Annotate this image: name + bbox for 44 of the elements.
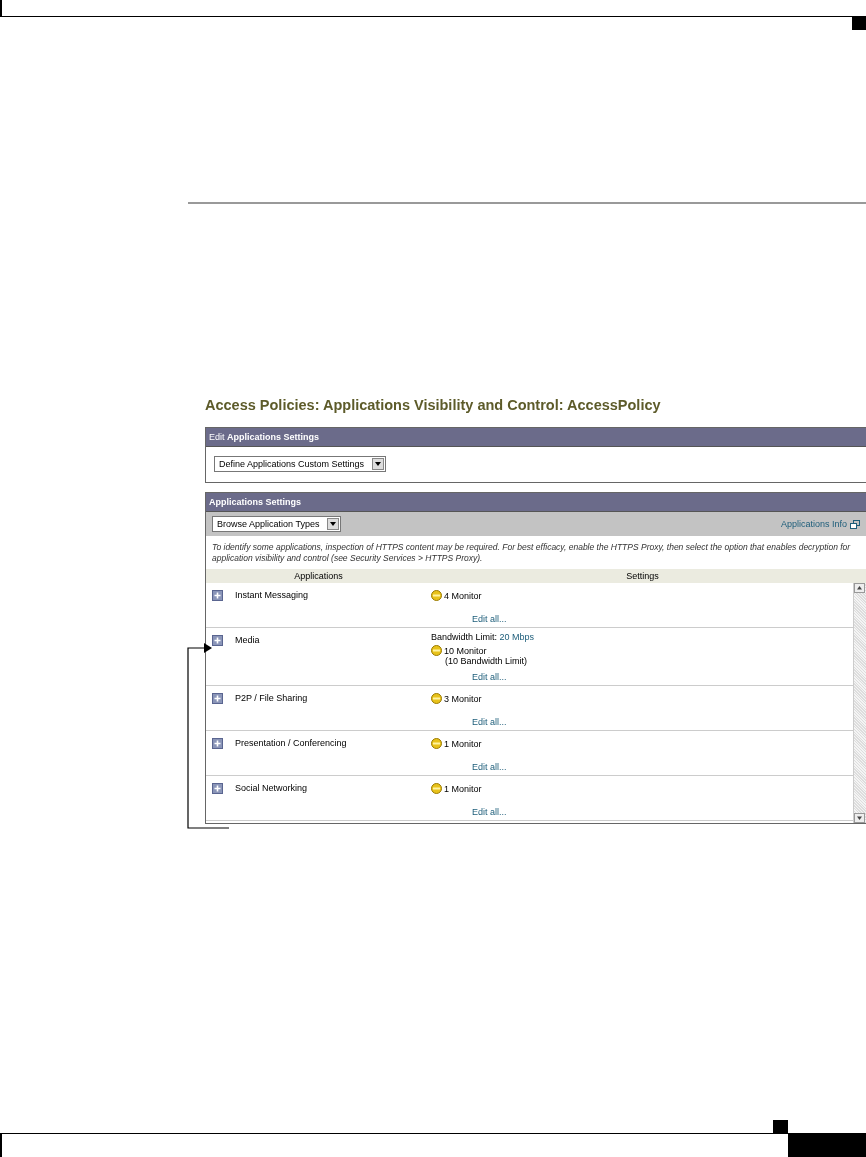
bandwidth-label: Bandwidth Limit: bbox=[431, 632, 498, 643]
expand-icon[interactable] bbox=[212, 783, 223, 795]
status-icon bbox=[431, 738, 442, 750]
application-name: Media bbox=[235, 635, 260, 646]
info-link[interactable]: Applications Info bbox=[780, 519, 860, 529]
status-text: 10 Monitor bbox=[444, 645, 487, 656]
column-header: Applications bbox=[293, 571, 344, 582]
new-window-icon bbox=[850, 519, 860, 529]
status-icon bbox=[431, 783, 442, 795]
expand-icon[interactable] bbox=[212, 738, 223, 750]
settings-dropdown[interactable]: Define Applications Custom Settings bbox=[214, 456, 387, 472]
bandwidth-link[interactable]: 20 Mbps bbox=[499, 632, 535, 643]
edit-link[interactable]: Edit all... bbox=[472, 756, 507, 773]
expand-icon[interactable] bbox=[212, 635, 223, 647]
caret-icon bbox=[330, 522, 337, 526]
column-header: Settings bbox=[625, 571, 660, 582]
application-name: Social Networking bbox=[235, 783, 308, 794]
edit-link[interactable]: Edit all... bbox=[472, 711, 507, 728]
type-dropdown[interactable]: Browse Application Types bbox=[212, 516, 342, 532]
scroll-up-icon[interactable] bbox=[854, 583, 865, 594]
status-icon bbox=[431, 645, 442, 657]
status-detail: (10 Bandwidth Limit) bbox=[444, 656, 529, 667]
application-name: Presentation / Conferencing bbox=[235, 738, 347, 749]
status-text: 3 Monitor bbox=[444, 693, 482, 704]
status-icon bbox=[431, 590, 442, 602]
page-marker bbox=[773, 1120, 788, 1133]
application-name: P2P / File Sharing bbox=[235, 693, 308, 704]
scroll-down-icon[interactable] bbox=[854, 813, 865, 824]
status-text: 4 Monitor bbox=[444, 590, 482, 601]
expand-icon[interactable] bbox=[212, 693, 223, 705]
edit-link[interactable]: Edit all... bbox=[472, 666, 507, 683]
status-icon bbox=[431, 693, 442, 705]
expand-icon[interactable] bbox=[212, 590, 223, 602]
page-title: Access Policies: Applications Visibility and Control: AccessPolicy bbox=[205, 397, 662, 413]
panel-header: Edit Applications Settings bbox=[206, 428, 866, 447]
panel-header: Applications Settings bbox=[206, 493, 866, 512]
caret-icon bbox=[375, 462, 382, 466]
status-text: 1 Monitor bbox=[444, 783, 482, 794]
status-text: 1 Monitor bbox=[444, 738, 482, 749]
application-name: Instant Messaging bbox=[235, 590, 309, 601]
info-note: To identify some applications, inspection of HTTPS content may be required. For best efficacy, enable the HTTPS Proxy, then select the option that enables decryption for application visibility and control (see Security Services > HTTPS Proxy). bbox=[211, 541, 852, 565]
edit-link[interactable]: Edit all... bbox=[472, 801, 507, 818]
scrollbar[interactable] bbox=[853, 583, 866, 824]
edit-link[interactable]: Edit all... bbox=[472, 608, 507, 625]
